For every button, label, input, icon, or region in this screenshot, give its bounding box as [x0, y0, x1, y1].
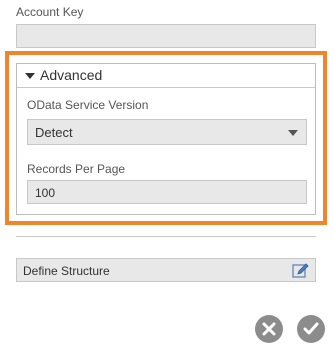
- odata-version-value: Detect: [35, 125, 73, 140]
- records-per-page-field[interactable]: 100: [27, 180, 307, 204]
- confirm-button[interactable]: [297, 315, 325, 343]
- close-icon: [262, 322, 276, 336]
- advanced-header-divider: [17, 87, 315, 88]
- advanced-title: Advanced: [40, 67, 103, 83]
- edit-pencil-icon[interactable]: [292, 262, 310, 280]
- triangle-down-icon: [25, 73, 35, 79]
- odata-version-label: OData Service Version: [27, 98, 149, 112]
- chevron-down-icon: [288, 130, 298, 136]
- odata-version-select[interactable]: Detect: [27, 119, 307, 145]
- cancel-button[interactable]: [255, 315, 283, 343]
- advanced-toggle[interactable]: Advanced: [17, 64, 315, 86]
- define-structure-field[interactable]: Define Structure: [16, 258, 316, 282]
- records-per-page-value: 100: [35, 186, 56, 200]
- define-structure-label: Define Structure: [23, 264, 110, 278]
- advanced-panel: Advanced OData Service Version Detect Re…: [16, 63, 316, 215]
- advanced-highlight: Advanced OData Service Version Detect Re…: [5, 51, 327, 225]
- records-per-page-label: Records Per Page: [27, 162, 126, 176]
- account-key-field[interactable]: [16, 24, 316, 48]
- account-key-label: Account Key: [16, 5, 84, 19]
- check-icon: [303, 322, 319, 335]
- section-divider: [16, 236, 316, 237]
